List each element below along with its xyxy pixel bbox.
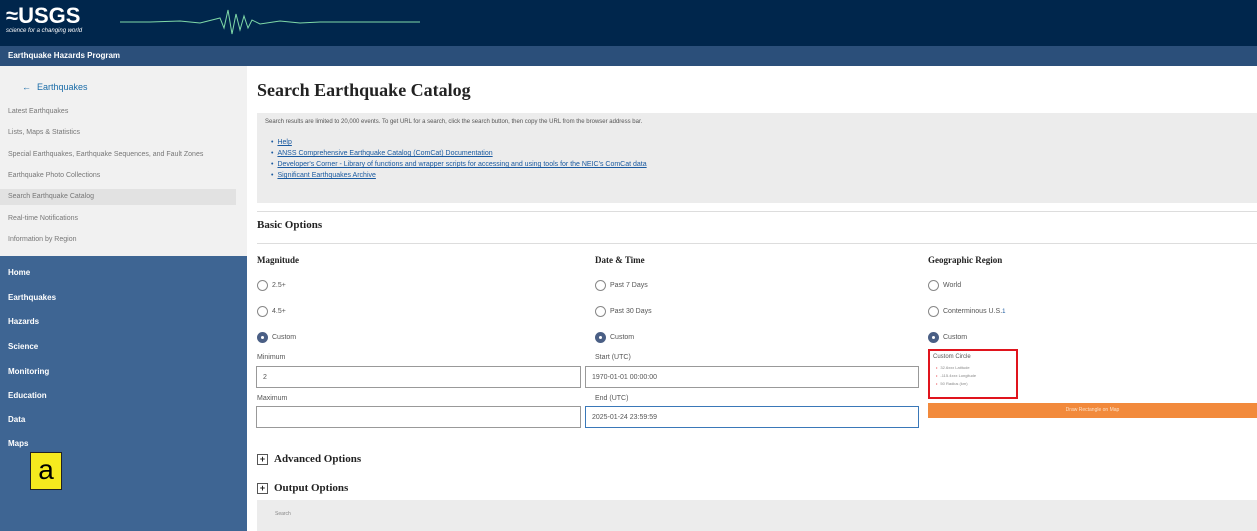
sidebar-item-region[interactable]: Information by Region bbox=[8, 236, 244, 243]
sidebar-item-search[interactable]: Search Earthquake Catalog bbox=[0, 189, 236, 205]
magnitude-radio-custom[interactable]: Custom bbox=[257, 332, 296, 343]
figure-label: a bbox=[30, 452, 62, 490]
maximum-label: Maximum bbox=[257, 395, 288, 402]
end-label: End (UTC) bbox=[595, 395, 629, 402]
nav-item-science[interactable]: Science bbox=[8, 342, 38, 351]
program-title[interactable]: Earthquake Hazards Program bbox=[0, 46, 1257, 66]
seismogram-decoration bbox=[120, 9, 420, 35]
region-radio-custom[interactable]: Custom bbox=[928, 332, 967, 343]
datetime-heading: Date & Time bbox=[595, 255, 645, 265]
datetime-radio-custom[interactable]: Custom bbox=[595, 332, 634, 343]
sidebar-back-label: Earthquakes bbox=[37, 82, 88, 92]
nav-item-data[interactable]: Data bbox=[8, 415, 25, 424]
custom-circle-list: 32.6xxx Latitude -115.4xxx Longitude 50 … bbox=[936, 365, 976, 389]
comcat-doc-link[interactable]: ANSS Comprehensive Earthquake Catalog (C… bbox=[271, 150, 647, 161]
sidebar-item-notifications[interactable]: Real-time Notifications bbox=[8, 215, 244, 222]
datetime-radio-7-days[interactable]: Past 7 Days bbox=[595, 280, 648, 291]
custom-circle-highlight: Custom Circle 32.6xxx Latitude -115.4xxx… bbox=[928, 349, 1018, 399]
datetime-radio-30-days[interactable]: Past 30 Days bbox=[595, 306, 652, 317]
minimum-magnitude-input[interactable]: 2 bbox=[256, 366, 581, 388]
divider bbox=[257, 211, 1257, 212]
search-bar: Search bbox=[257, 500, 1257, 531]
nav-item-monitoring[interactable]: Monitoring bbox=[8, 367, 49, 376]
region-radio-conterminous[interactable]: Conterminous U.S. 1 bbox=[928, 306, 1005, 317]
radio-icon bbox=[595, 280, 606, 291]
plus-icon: + bbox=[257, 482, 268, 494]
search-button[interactable]: Search bbox=[275, 511, 291, 517]
region-heading: Geographic Region bbox=[928, 255, 1003, 265]
magnitude-radio-4.5[interactable]: 4.5+ bbox=[257, 306, 286, 317]
radio-label: 4.5+ bbox=[272, 308, 286, 315]
footnote-link[interactable]: 1 bbox=[1002, 309, 1005, 315]
help-link[interactable]: Help bbox=[271, 139, 647, 150]
start-date-input[interactable]: 1970-01-01 00:00:00 bbox=[585, 366, 919, 388]
main-content: Search Earthquake Catalog Search results… bbox=[247, 66, 1257, 531]
radio-selected-icon bbox=[257, 332, 268, 343]
search-limit-note: Search results are limited to 20,000 eve… bbox=[265, 119, 643, 125]
magnitude-heading: Magnitude bbox=[257, 255, 300, 265]
significant-archive-link[interactable]: Significant Earthquakes Archive bbox=[271, 172, 647, 183]
usgs-tagline: science for a changing world bbox=[6, 28, 83, 34]
usgs-logo[interactable]: ≈USGS bbox=[6, 4, 80, 28]
radio-icon bbox=[928, 306, 939, 317]
sidebar-item-latest[interactable]: Latest Earthquakes bbox=[8, 108, 244, 115]
developer-corner-link[interactable]: Developer's Corner - Library of function… bbox=[271, 161, 646, 172]
minimum-label: Minimum bbox=[257, 354, 286, 361]
radio-label: Custom bbox=[272, 334, 297, 341]
nav-item-home[interactable]: Home bbox=[8, 268, 30, 277]
radio-icon bbox=[595, 306, 606, 317]
start-label: Start (UTC) bbox=[595, 354, 631, 361]
radio-label: Custom bbox=[943, 334, 968, 341]
nav-item-education[interactable]: Education bbox=[8, 391, 47, 400]
page-title: Search Earthquake Catalog bbox=[257, 80, 471, 100]
nav-item-hazards[interactable]: Hazards bbox=[8, 317, 39, 326]
radio-label: Conterminous U.S. bbox=[943, 308, 1003, 315]
radio-icon bbox=[257, 306, 268, 317]
radio-label: Past 30 Days bbox=[610, 308, 652, 315]
sidebar-item-special[interactable]: Special Earthquakes, Earthquake Sequence… bbox=[8, 151, 244, 158]
nav-item-earthquakes[interactable]: Earthquakes bbox=[8, 293, 56, 302]
circle-longitude: -115.4xxx Longitude bbox=[936, 373, 976, 381]
sidebar-back-link[interactable]: ← Earthquakes bbox=[22, 82, 88, 92]
sidebar-item-lists[interactable]: Lists, Maps & Statistics bbox=[8, 129, 244, 136]
radio-icon bbox=[257, 280, 268, 291]
plus-icon: + bbox=[257, 453, 268, 465]
region-radio-world[interactable]: World bbox=[928, 280, 961, 291]
nav-item-maps[interactable]: Maps bbox=[8, 439, 28, 448]
arrow-left-icon: ← bbox=[22, 82, 31, 92]
radio-label: Custom bbox=[610, 334, 635, 341]
radio-label: World bbox=[943, 282, 962, 289]
end-date-input[interactable]: 2025-01-24 23:59:59 bbox=[585, 406, 919, 428]
info-panel: Search results are limited to 20,000 eve… bbox=[257, 113, 1257, 203]
usgs-logo-text: ≈USGS bbox=[6, 3, 81, 28]
circle-radius: 50 Radius (km) bbox=[936, 381, 976, 389]
advanced-options-label: Advanced Options bbox=[274, 453, 362, 465]
magnitude-radio-2.5[interactable]: 2.5+ bbox=[257, 280, 286, 291]
radio-selected-icon bbox=[595, 332, 606, 343]
help-links: Help ANSS Comprehensive Earthquake Catal… bbox=[271, 139, 647, 183]
basic-options-title: Basic Options bbox=[257, 219, 323, 231]
radio-icon bbox=[928, 280, 939, 291]
draw-rectangle-button[interactable]: Draw Rectangle on Map bbox=[928, 403, 1257, 418]
site-header: ≈USGS science for a changing world bbox=[0, 0, 1257, 46]
circle-latitude: 32.6xxx Latitude bbox=[936, 365, 976, 373]
output-options-label: Output Options bbox=[274, 482, 349, 494]
radio-label: Past 7 Days bbox=[610, 282, 648, 289]
sidebar-item-photos[interactable]: Earthquake Photo Collections bbox=[8, 172, 244, 179]
output-options-toggle[interactable]: + Output Options bbox=[257, 482, 348, 494]
radio-label: 2.5+ bbox=[272, 282, 286, 289]
radio-selected-icon bbox=[928, 332, 939, 343]
custom-circle-title: Custom Circle bbox=[933, 354, 971, 360]
maximum-magnitude-input[interactable] bbox=[256, 406, 581, 428]
advanced-options-toggle[interactable]: + Advanced Options bbox=[257, 453, 361, 465]
divider bbox=[257, 243, 1257, 244]
